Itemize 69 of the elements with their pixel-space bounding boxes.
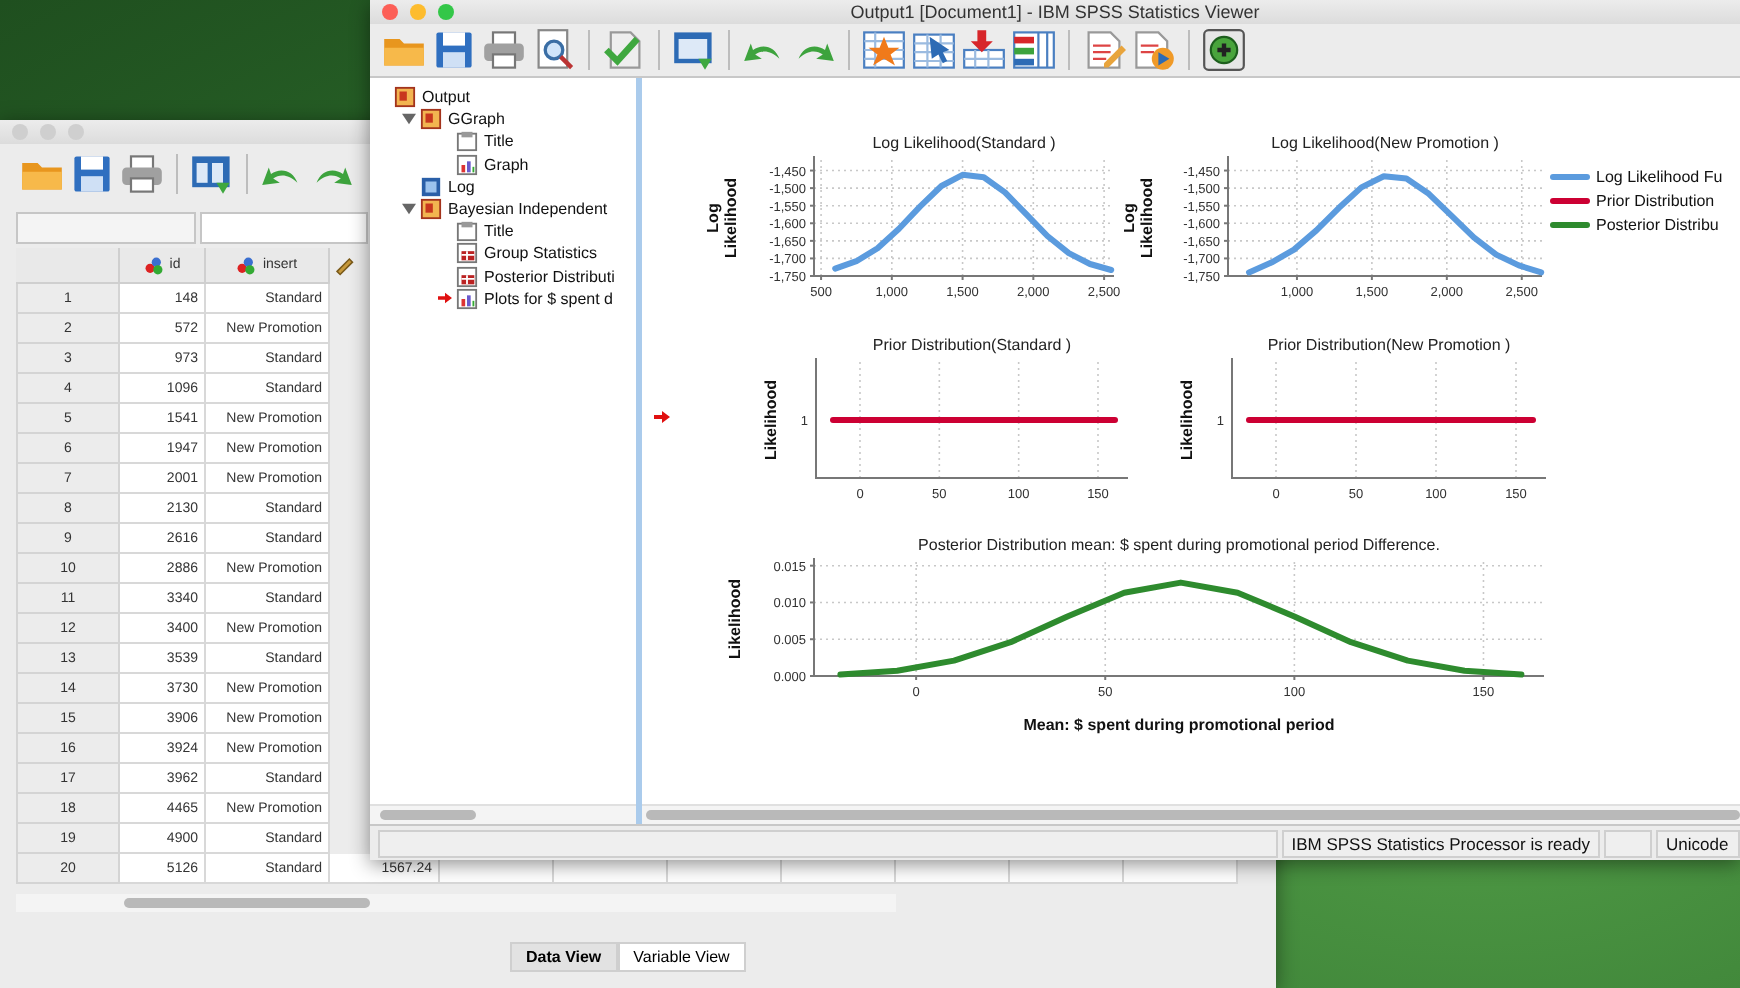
outline-item[interactable]: Log (448, 177, 475, 196)
outline-item[interactable]: Bayesian Independent (448, 200, 608, 219)
disclosure-triangle-icon[interactable] (402, 202, 416, 217)
chart-title: Posterior Distribution mean: $ spent during promotional period Difference. (918, 536, 1440, 554)
cell-name-field[interactable] (16, 212, 196, 244)
data-window-icon[interactable] (672, 28, 716, 72)
table-icon (456, 242, 478, 265)
book-icon (420, 198, 442, 221)
zoom-button[interactable] (438, 4, 454, 20)
chart-title: Prior Distribution(Standard ) (872, 336, 1072, 354)
close-button[interactable] (382, 4, 398, 20)
legend-label: Prior Distribution (1596, 192, 1715, 210)
title-icon (456, 220, 478, 243)
y-axis (809, 557, 815, 677)
status-message: IBM SPSS Statistics Processor is ready (1281, 829, 1600, 857)
outline-item[interactable]: Title (484, 222, 514, 241)
corner-cell (16, 248, 120, 284)
book-icon (394, 86, 416, 109)
axis-label: Log Likelihood (704, 178, 740, 258)
axis-label: Mean: $ spent during promotional period (1023, 716, 1335, 734)
book-icon (420, 108, 442, 131)
outline-item[interactable]: Group Statistics (484, 244, 597, 263)
chart-title: Log Likelihood(Standard ) (872, 134, 1056, 152)
chart-title: Log Likelihood(New Promotion ) (1271, 134, 1499, 152)
printer-icon[interactable] (482, 28, 526, 72)
encoding-label: Unicode (1656, 829, 1740, 857)
current-item-arrow-icon (654, 410, 670, 424)
table-icon (456, 265, 478, 288)
star-table-icon[interactable] (862, 28, 906, 72)
chart-title: Prior Distribution(New Promotion ) (1267, 336, 1511, 354)
minimize-button[interactable] (410, 4, 426, 20)
scrollbar[interactable] (380, 810, 476, 820)
outline-item[interactable]: Graph (484, 155, 529, 174)
view-tab[interactable]: Variable View (617, 942, 746, 972)
outline-item[interactable]: Output (422, 88, 471, 107)
nominal-variable-icon (143, 255, 164, 275)
axis-label: Likelihood (726, 579, 744, 659)
legend-label: Log Likelihood Fu (1596, 168, 1723, 186)
document-play-icon[interactable] (1132, 28, 1176, 72)
view-tab[interactable]: Data View (510, 942, 618, 972)
chart-icon (456, 153, 478, 176)
axis-label: Likelihood (1178, 380, 1196, 460)
legend-label: Posterior Distribu (1596, 216, 1719, 234)
scrollbar[interactable] (124, 898, 370, 908)
outline-item[interactable]: Posterior Distributi (484, 267, 615, 286)
scrollbar[interactable] (646, 810, 1740, 820)
axis-label: Likelihood (762, 380, 780, 460)
document-check-icon[interactable] (602, 28, 646, 72)
document-pencil-icon[interactable] (1082, 28, 1126, 72)
disclosure-triangle-icon[interactable] (402, 112, 416, 127)
columns-icon[interactable] (1012, 28, 1056, 72)
dialog-window-icon[interactable] (190, 152, 234, 196)
chart-icon (456, 287, 478, 310)
ruler-icon (334, 255, 354, 275)
insert-row-icon[interactable] (962, 28, 1006, 72)
nominal-variable-icon (236, 255, 257, 275)
cell-value-field[interactable] (200, 212, 368, 244)
table-arrow-icon[interactable] (912, 28, 956, 72)
title-icon (456, 130, 478, 153)
outline-item[interactable]: Title (484, 132, 514, 151)
print-preview-icon[interactable] (532, 28, 576, 72)
log-icon (420, 175, 442, 198)
add-icon[interactable] (1202, 28, 1246, 72)
printer-icon[interactable] (120, 152, 164, 196)
outline-item[interactable]: Plots for $ spent d (484, 289, 613, 308)
y-axis (1223, 155, 1229, 277)
y-axis (809, 155, 815, 277)
outline-item[interactable]: GGraph (448, 110, 505, 129)
window-title: Output1 [Document1] - IBM SPSS Statistics Viewer (848, 0, 1262, 24)
